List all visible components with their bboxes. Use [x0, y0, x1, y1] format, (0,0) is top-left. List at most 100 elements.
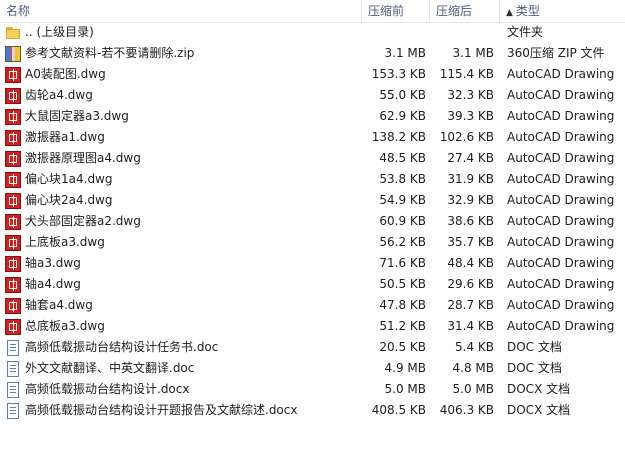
file-compressed-size: 48.5 KB: [379, 151, 426, 165]
file-name: 轴a4.dwg: [25, 277, 81, 291]
column-header-original[interactable]: 压缩后: [430, 0, 500, 22]
file-name: 总底板a3.dwg: [25, 319, 105, 333]
file-row[interactable]: 参考文献资料-若不要请删除.zip 3.1 MB 3.1 MB 360压缩 ZIP 文…: [0, 43, 625, 64]
file-icon-cell: [5, 358, 21, 379]
file-row[interactable]: 总底板a3.dwg 51.2 KB 31.4 KB AutoCAD Drawing: [0, 316, 625, 337]
column-header-type[interactable]: ▲ 类型: [500, 0, 625, 22]
file-type: DOCX 文档: [507, 382, 571, 396]
file-row[interactable]: 激振器原理图a4.dwg 48.5 KB 27.4 KB AutoCAD Drawin…: [0, 148, 625, 169]
file-type: AutoCAD Drawing: [507, 130, 615, 144]
file-original-size: 29.6 KB: [447, 277, 494, 291]
file-compressed-size: 153.3 KB: [371, 67, 426, 81]
file-icon-cell: [5, 64, 21, 85]
file-name: 高频低载振动台结构设计任务书.doc: [25, 340, 219, 354]
file-compressed-size: 50.5 KB: [379, 277, 426, 291]
archive-icon: [5, 46, 21, 62]
file-compressed-size: 55.0 KB: [379, 88, 426, 102]
file-compressed-size: 54.9 KB: [379, 193, 426, 207]
file-name: 参考文献资料-若不要请删除.zip: [25, 46, 195, 60]
file-type: DOC 文档: [507, 340, 562, 354]
file-row[interactable]: 大鼠固定器a3.dwg 62.9 KB 39.3 KB AutoCAD Drawing: [0, 106, 625, 127]
file-row[interactable]: 偏心块1a4.dwg 53.8 KB 31.9 KB AutoCAD Drawing: [0, 169, 625, 190]
file-icon-cell: [5, 253, 21, 274]
file-type: AutoCAD Drawing: [507, 235, 615, 249]
column-header-original-label: 压缩后: [436, 4, 473, 18]
file-compressed-size: 60.9 KB: [379, 214, 426, 228]
file-original-size: 39.3 KB: [447, 109, 494, 123]
autocad-icon: [5, 277, 21, 293]
file-row[interactable]: 高频低载振动台结构设计开题报告及文献综述.docx 408.5 KB 406.3 K…: [0, 400, 625, 421]
file-type: DOC 文档: [507, 361, 562, 375]
file-original-size: 32.9 KB: [447, 193, 494, 207]
file-icon-cell: [5, 337, 21, 358]
file-icon-cell: [5, 232, 21, 253]
file-original-size: 5.4 KB: [455, 340, 494, 354]
file-icon-cell: [5, 43, 21, 64]
file-name: 外文文献翻译、中英文翻译.doc: [25, 361, 195, 375]
file-name: 轴套a4.dwg: [25, 298, 93, 312]
file-row[interactable]: 上底板a3.dwg 56.2 KB 35.7 KB AutoCAD Drawing: [0, 232, 625, 253]
file-row[interactable]: 轴a4.dwg 50.5 KB 29.6 KB AutoCAD Drawing: [0, 274, 625, 295]
column-header-compressed[interactable]: 压缩前: [362, 0, 430, 22]
autocad-icon: [5, 319, 21, 335]
file-name: 偏心块1a4.dwg: [25, 172, 113, 186]
file-row[interactable]: 轴a3.dwg 71.6 KB 48.4 KB AutoCAD Drawing: [0, 253, 625, 274]
document-icon: [7, 382, 19, 398]
file-type: DOCX 文档: [507, 403, 571, 417]
file-icon-cell: [5, 316, 21, 337]
file-original-size: 28.7 KB: [447, 298, 494, 312]
file-icon-cell: [5, 127, 21, 148]
file-original-size: [430, 22, 494, 43]
file-name: 犬头部固定器a2.dwg: [25, 214, 141, 228]
file-list: 名称 压缩前 压缩后 ▲ 类型 .. (上级目录) 文件夹 参考文献资料-若不要请删除…: [0, 0, 625, 464]
file-icon-cell: [5, 190, 21, 211]
file-original-size: 115.4 KB: [439, 67, 494, 81]
file-icon-cell: [5, 169, 21, 190]
file-name: 激振器原理图a4.dwg: [25, 151, 141, 165]
file-row[interactable]: 犬头部固定器a2.dwg 60.9 KB 38.6 KB AutoCAD Drawin…: [0, 211, 625, 232]
file-compressed-size: 4.9 MB: [384, 361, 426, 375]
file-icon-cell: [5, 211, 21, 232]
file-icon-cell: [5, 148, 21, 169]
file-name: 齿轮a4.dwg: [25, 88, 93, 102]
file-original-size: 27.4 KB: [447, 151, 494, 165]
file-name: 轴a3.dwg: [25, 256, 81, 270]
file-type: AutoCAD Drawing: [507, 319, 615, 333]
file-row[interactable]: 轴套a4.dwg 47.8 KB 28.7 KB AutoCAD Drawing: [0, 295, 625, 316]
file-original-size: 48.4 KB: [447, 256, 494, 270]
file-row[interactable]: 高频低载振动台结构设计任务书.doc 20.5 KB 5.4 KB DOC 文档: [0, 337, 625, 358]
file-compressed-size: 408.5 KB: [371, 403, 426, 417]
column-header-compressed-label: 压缩前: [368, 4, 405, 18]
sort-ascending-icon: ▲: [506, 8, 513, 18]
autocad-icon: [5, 214, 21, 230]
file-row[interactable]: 外文文献翻译、中英文翻译.doc 4.9 MB 4.8 MB DOC 文档: [0, 358, 625, 379]
file-icon-cell: [5, 400, 21, 421]
file-icon-cell: [5, 85, 21, 106]
file-row[interactable]: 偏心块2a4.dwg 54.9 KB 32.9 KB AutoCAD Drawing: [0, 190, 625, 211]
file-name: .. (上级目录): [25, 25, 94, 39]
file-name: 高频低载振动台结构设计.docx: [25, 382, 190, 396]
file-compressed-size: 71.6 KB: [379, 256, 426, 270]
file-type: AutoCAD Drawing: [507, 172, 615, 186]
file-type: AutoCAD Drawing: [507, 298, 615, 312]
file-name: 激振器a1.dwg: [25, 130, 105, 144]
file-compressed-size: 47.8 KB: [379, 298, 426, 312]
document-icon: [7, 340, 19, 356]
file-rows: .. (上级目录) 文件夹 参考文献资料-若不要请删除.zip 3.1 MB 3.1 M…: [0, 22, 625, 421]
file-compressed-size: 62.9 KB: [379, 109, 426, 123]
file-name: 偏心块2a4.dwg: [25, 193, 113, 207]
file-row[interactable]: 激振器a1.dwg 138.2 KB 102.6 KB AutoCAD Drawing: [0, 127, 625, 148]
file-row[interactable]: 高频低载振动台结构设计.docx 5.0 MB 5.0 MB DOCX 文档: [0, 379, 625, 400]
file-row[interactable]: .. (上级目录) 文件夹: [0, 22, 625, 43]
file-name: 上底板a3.dwg: [25, 235, 105, 249]
file-compressed-size: 56.2 KB: [379, 235, 426, 249]
file-icon-cell: [5, 379, 21, 400]
file-name: A0装配图.dwg: [25, 67, 106, 81]
file-row[interactable]: 齿轮a4.dwg 55.0 KB 32.3 KB AutoCAD Drawing: [0, 85, 625, 106]
autocad-icon: [5, 88, 21, 104]
document-icon: [7, 361, 19, 377]
file-row[interactable]: A0装配图.dwg 153.3 KB 115.4 KB AutoCAD Drawing: [0, 64, 625, 85]
file-compressed-size: 51.2 KB: [379, 319, 426, 333]
file-compressed-size: 5.0 MB: [384, 382, 426, 396]
column-header-name[interactable]: 名称: [0, 0, 362, 22]
